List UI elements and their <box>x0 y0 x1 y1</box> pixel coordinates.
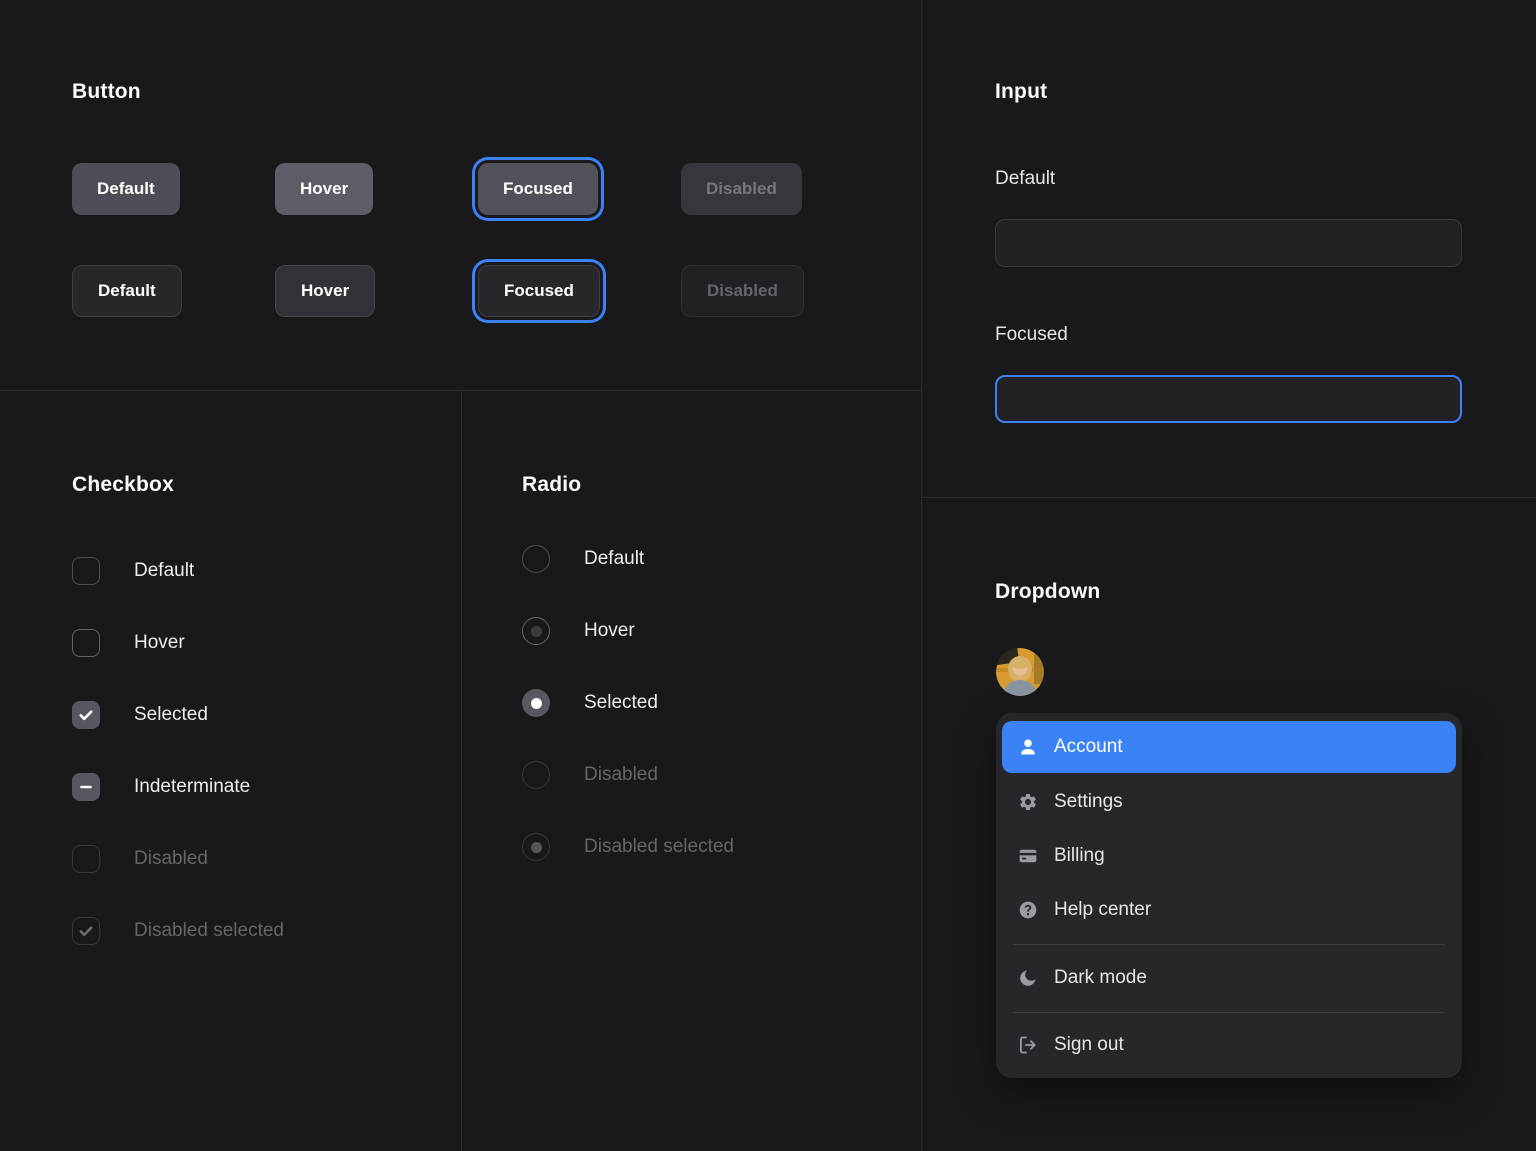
radio-label: Default <box>584 548 644 570</box>
radio-label: Hover <box>584 620 635 642</box>
menu-divider <box>1013 1012 1445 1013</box>
credit-card-icon <box>1018 846 1038 866</box>
checkbox-disabled-selected <box>72 917 100 945</box>
menu-divider <box>1013 944 1445 945</box>
radio-selected[interactable] <box>522 689 550 717</box>
checkbox-list: Default Hover Selected Indeterminate Dis… <box>72 557 284 945</box>
radio-row-disabled: Disabled <box>522 761 734 789</box>
checkbox-hover[interactable] <box>72 629 100 657</box>
button-secondary-default[interactable]: Default <box>72 265 182 317</box>
user-avatar[interactable] <box>996 648 1044 696</box>
checkbox-label: Disabled selected <box>134 920 284 942</box>
question-icon <box>1018 900 1038 920</box>
button-primary-focused[interactable]: Focused <box>478 163 598 215</box>
button-row-primary: Default Hover Focused Disabled <box>72 163 884 215</box>
button-primary-hover[interactable]: Hover <box>275 163 373 215</box>
menu-item-label: Settings <box>1054 791 1123 813</box>
radio-label: Disabled selected <box>584 836 734 858</box>
menu-item-billing[interactable]: Billing <box>996 829 1462 883</box>
menu-item-account[interactable]: Account <box>1002 721 1456 773</box>
person-icon <box>1018 737 1038 757</box>
menu-item-label: Billing <box>1054 845 1105 867</box>
button-secondary-disabled: Disabled <box>681 265 804 317</box>
button-primary-default[interactable]: Default <box>72 163 180 215</box>
sign-out-icon <box>1018 1035 1038 1055</box>
button-secondary-focused[interactable]: Focused <box>478 265 600 317</box>
checkbox-label: Hover <box>134 632 185 654</box>
indeterminate-dash-icon <box>77 778 95 796</box>
checkbox-indeterminate[interactable] <box>72 773 100 801</box>
input-default-field[interactable] <box>995 219 1462 267</box>
avatar-image <box>996 648 1044 696</box>
checkbox-section-title: Checkbox <box>72 473 174 497</box>
radio-row-selected: Selected <box>522 689 734 717</box>
button-primary-disabled: Disabled <box>681 163 802 215</box>
menu-item-dark-mode[interactable]: Dark mode <box>996 951 1462 1005</box>
menu-item-label: Account <box>1054 736 1123 758</box>
radio-disabled-selected <box>522 833 550 861</box>
menu-item-label: Dark mode <box>1054 967 1147 989</box>
radio-hover[interactable] <box>522 617 550 645</box>
checkbox-default[interactable] <box>72 557 100 585</box>
menu-item-label: Sign out <box>1054 1034 1124 1056</box>
input-focused-label: Focused <box>995 324 1068 346</box>
radio-row-hover: Hover <box>522 617 734 645</box>
checkbox-row-disabled: Disabled <box>72 845 284 873</box>
divider <box>921 0 922 1151</box>
checkbox-row-indeterminate: Indeterminate <box>72 773 284 801</box>
menu-item-settings[interactable]: Settings <box>996 775 1462 829</box>
checkbox-disabled <box>72 845 100 873</box>
dropdown-section-title: Dropdown <box>995 580 1100 604</box>
button-row-secondary: Default Hover Focused Disabled <box>72 265 884 317</box>
checkbox-label: Disabled <box>134 848 208 870</box>
button-section-title: Button <box>72 80 141 104</box>
radio-section-title: Radio <box>522 473 581 497</box>
checkbox-row-default: Default <box>72 557 284 585</box>
radio-dot <box>531 842 542 853</box>
radio-default[interactable] <box>522 545 550 573</box>
gear-icon <box>1018 792 1038 812</box>
check-icon <box>77 922 95 940</box>
radio-row-default: Default <box>522 545 734 573</box>
menu-item-sign-out[interactable]: Sign out <box>996 1018 1462 1072</box>
radio-label: Disabled <box>584 764 658 786</box>
input-focused-field[interactable] <box>995 375 1462 423</box>
checkbox-row-selected: Selected <box>72 701 284 729</box>
checkbox-label: Selected <box>134 704 208 726</box>
checkbox-row-hover: Hover <box>72 629 284 657</box>
dropdown-menu: Account Settings Billing Help center Dar… <box>996 713 1462 1078</box>
checkbox-label: Indeterminate <box>134 776 250 798</box>
input-default-label: Default <box>995 168 1055 190</box>
check-icon <box>77 706 95 724</box>
divider <box>921 497 1536 498</box>
checkbox-row-disabled-selected: Disabled selected <box>72 917 284 945</box>
radio-label: Selected <box>584 692 658 714</box>
moon-icon <box>1018 968 1038 988</box>
button-secondary-hover[interactable]: Hover <box>275 265 375 317</box>
radio-dot <box>531 698 542 709</box>
menu-item-help-center[interactable]: Help center <box>996 883 1462 937</box>
radio-list: Default Hover Selected Disabled Disabled… <box>522 545 734 861</box>
radio-dot <box>531 626 542 637</box>
input-section-title: Input <box>995 80 1047 104</box>
radio-row-disabled-selected: Disabled selected <box>522 833 734 861</box>
divider <box>461 390 462 1151</box>
checkbox-selected[interactable] <box>72 701 100 729</box>
menu-item-label: Help center <box>1054 899 1151 921</box>
checkbox-label: Default <box>134 560 194 582</box>
radio-disabled <box>522 761 550 789</box>
